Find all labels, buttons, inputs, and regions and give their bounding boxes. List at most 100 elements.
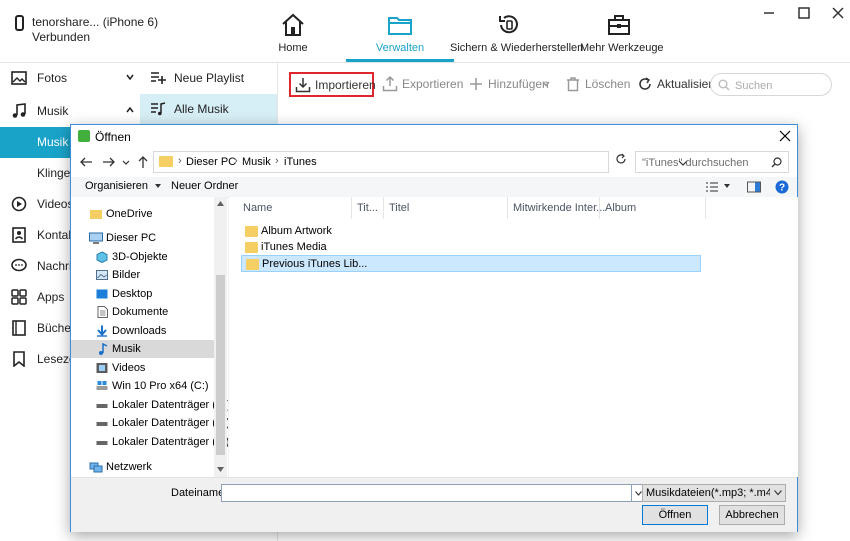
file-row-previous-itunes-libraries[interactable]: Previous iTunes Lib... xyxy=(241,255,701,272)
nav-item-bilder[interactable]: Bilder xyxy=(71,266,214,284)
import-button[interactable]: Importieren xyxy=(289,72,376,97)
scroll-up-icon[interactable] xyxy=(217,201,224,206)
sidebar-item-label: Videos xyxy=(37,197,74,211)
file-row-itunes-media[interactable]: iTunes Media xyxy=(241,239,701,256)
minimize-icon[interactable] xyxy=(762,6,776,20)
add-playlist-icon xyxy=(150,70,166,86)
dialog-close-icon[interactable] xyxy=(779,130,791,142)
tab-mehr-werkzeuge[interactable]: Mehr Werkzeuge xyxy=(580,0,664,62)
recent-locations-chevron-icon[interactable] xyxy=(122,155,130,169)
music-list-icon xyxy=(150,101,166,117)
nav-item-label: Videos xyxy=(112,362,146,374)
maximize-icon[interactable] xyxy=(797,6,811,20)
nav-item-label: Bilder xyxy=(112,269,141,281)
refresh-button-label: Aktualisieren xyxy=(657,77,712,91)
playlist-item-alle-musik[interactable]: Alle Musik xyxy=(140,94,277,124)
nav-pane-scrollbar[interactable] xyxy=(214,197,227,477)
nav-item-desktop[interactable]: Desktop xyxy=(71,285,214,303)
delete-button[interactable]: Löschen xyxy=(565,72,630,96)
nav-item-drive-f[interactable]: Lokaler Datenträger (F:) xyxy=(71,433,229,451)
dialog-search-input[interactable] xyxy=(640,155,770,171)
chevron-down-icon xyxy=(635,491,642,496)
nav-item-drive-c[interactable]: Win 10 Pro x64 (C:) xyxy=(71,377,214,395)
add-button-label: Hinzufügen xyxy=(488,77,549,91)
nav-item-videos[interactable]: Videos xyxy=(71,359,214,377)
nav-item-label: Dokumente xyxy=(112,306,169,318)
home-icon xyxy=(280,12,306,38)
folder-icon xyxy=(159,156,173,167)
tab-sichern-label: Sichern & Wiederherstellen xyxy=(450,42,584,54)
import-icon xyxy=(295,77,311,93)
chevron-down-icon[interactable] xyxy=(723,182,731,190)
scroll-down-icon[interactable] xyxy=(217,467,224,472)
tab-sichern-wiederherstellen[interactable]: Sichern & Wiederherstellen xyxy=(450,0,584,62)
sidebar-item-fotos[interactable]: Fotos xyxy=(0,63,140,94)
breadcrumb-item[interactable]: Musik xyxy=(242,156,271,168)
drive-icon xyxy=(96,436,108,448)
cancel-button[interactable]: Abbrechen xyxy=(719,505,785,525)
new-folder-button[interactable]: Neuer Ordner xyxy=(171,180,238,192)
nav-item-downloads[interactable]: Downloads xyxy=(71,322,214,340)
drive-icon xyxy=(96,399,108,411)
nav-item-onedrive[interactable]: OneDrive xyxy=(71,205,214,223)
nav-item-netzwerk[interactable]: Netzwerk xyxy=(71,458,214,476)
music-note-icon xyxy=(97,343,109,355)
sidebar-item-musik[interactable]: Musik xyxy=(0,96,140,127)
address-bar[interactable]: › Dieser PC › Musik › iTunes xyxy=(153,151,688,173)
search-input[interactable] xyxy=(733,77,829,94)
view-options-icon[interactable] xyxy=(705,181,719,193)
contact-icon xyxy=(11,227,27,243)
help-icon[interactable]: ? xyxy=(775,180,789,194)
refresh-button[interactable]: Aktualisieren xyxy=(637,72,712,96)
back-arrow-icon[interactable] xyxy=(79,155,93,169)
column-header-name[interactable]: Name xyxy=(243,202,272,214)
column-divider[interactable] xyxy=(507,197,508,219)
column-divider[interactable] xyxy=(599,197,600,219)
nav-item-dokumente[interactable]: Dokumente xyxy=(71,303,214,321)
preview-pane-icon[interactable] xyxy=(747,181,761,193)
file-row-album-artwork[interactable]: Album Artwork xyxy=(241,223,701,240)
sidebar-item-label: Apps xyxy=(37,290,65,304)
forward-arrow-icon[interactable] xyxy=(102,155,116,169)
refresh-icon[interactable] xyxy=(615,153,627,165)
filename-input[interactable] xyxy=(221,484,632,502)
folder-icon xyxy=(246,259,259,270)
nav-item-3d-objekte[interactable]: 3D-Objekte xyxy=(71,248,214,266)
column-divider[interactable] xyxy=(351,197,352,219)
computer-icon xyxy=(89,232,103,244)
nav-item-label: Dieser PC xyxy=(106,232,157,244)
tab-home[interactable]: Home xyxy=(262,0,324,62)
nav-item-label: Lokaler Datenträger (F:) xyxy=(112,436,230,448)
scrollbar-thumb[interactable] xyxy=(216,275,225,455)
playlist-item-neue-playlist[interactable]: Neue Playlist xyxy=(140,63,277,93)
tab-verwalten[interactable]: Verwalten xyxy=(360,0,440,62)
nav-item-label: Lokaler Datenträger (E:) xyxy=(112,417,230,429)
close-icon[interactable] xyxy=(831,6,845,20)
column-header-titel-short[interactable]: Tit... xyxy=(357,202,378,214)
nav-item-drive-d[interactable]: Lokaler Datenträger (D:) xyxy=(71,396,231,414)
app-header: tenorshare... (iPhone 6) Verbunden Home … xyxy=(0,0,850,63)
breadcrumb-item[interactable]: iTunes xyxy=(284,156,317,168)
search-box[interactable] xyxy=(710,73,832,96)
export-button[interactable]: Exportieren xyxy=(382,72,463,96)
nav-item-dieser-pc[interactable]: Dieser PC xyxy=(71,229,214,247)
organize-button[interactable]: Organisieren xyxy=(85,180,162,192)
add-button[interactable]: Hinzufügen xyxy=(468,72,554,96)
up-arrow-icon[interactable] xyxy=(136,155,150,169)
column-header-album[interactable]: Album xyxy=(605,202,636,214)
nav-item-musik[interactable]: Musik xyxy=(71,340,214,358)
toolbox-icon xyxy=(606,12,632,38)
filetype-select[interactable]: Musikdateien(*.mp3; *.m4a;*.aac xyxy=(642,484,786,502)
organize-button-label: Organisieren xyxy=(85,180,148,192)
column-divider[interactable] xyxy=(705,197,706,219)
plus-icon xyxy=(468,76,484,92)
column-divider[interactable] xyxy=(383,197,384,219)
column-header-mitwirkende[interactable]: Mitwirkende Inter... xyxy=(513,202,605,214)
dialog-search-box[interactable] xyxy=(635,151,789,173)
nav-item-drive-e[interactable]: Lokaler Datenträger (E:) xyxy=(71,414,230,432)
breadcrumb-item[interactable]: Dieser PC xyxy=(186,156,236,168)
breadcrumb-separator-icon: › xyxy=(275,155,279,167)
open-button[interactable]: Öffnen xyxy=(642,505,708,525)
column-header-titel[interactable]: Titel xyxy=(389,202,409,214)
breadcrumb-separator-icon: › xyxy=(234,155,238,167)
